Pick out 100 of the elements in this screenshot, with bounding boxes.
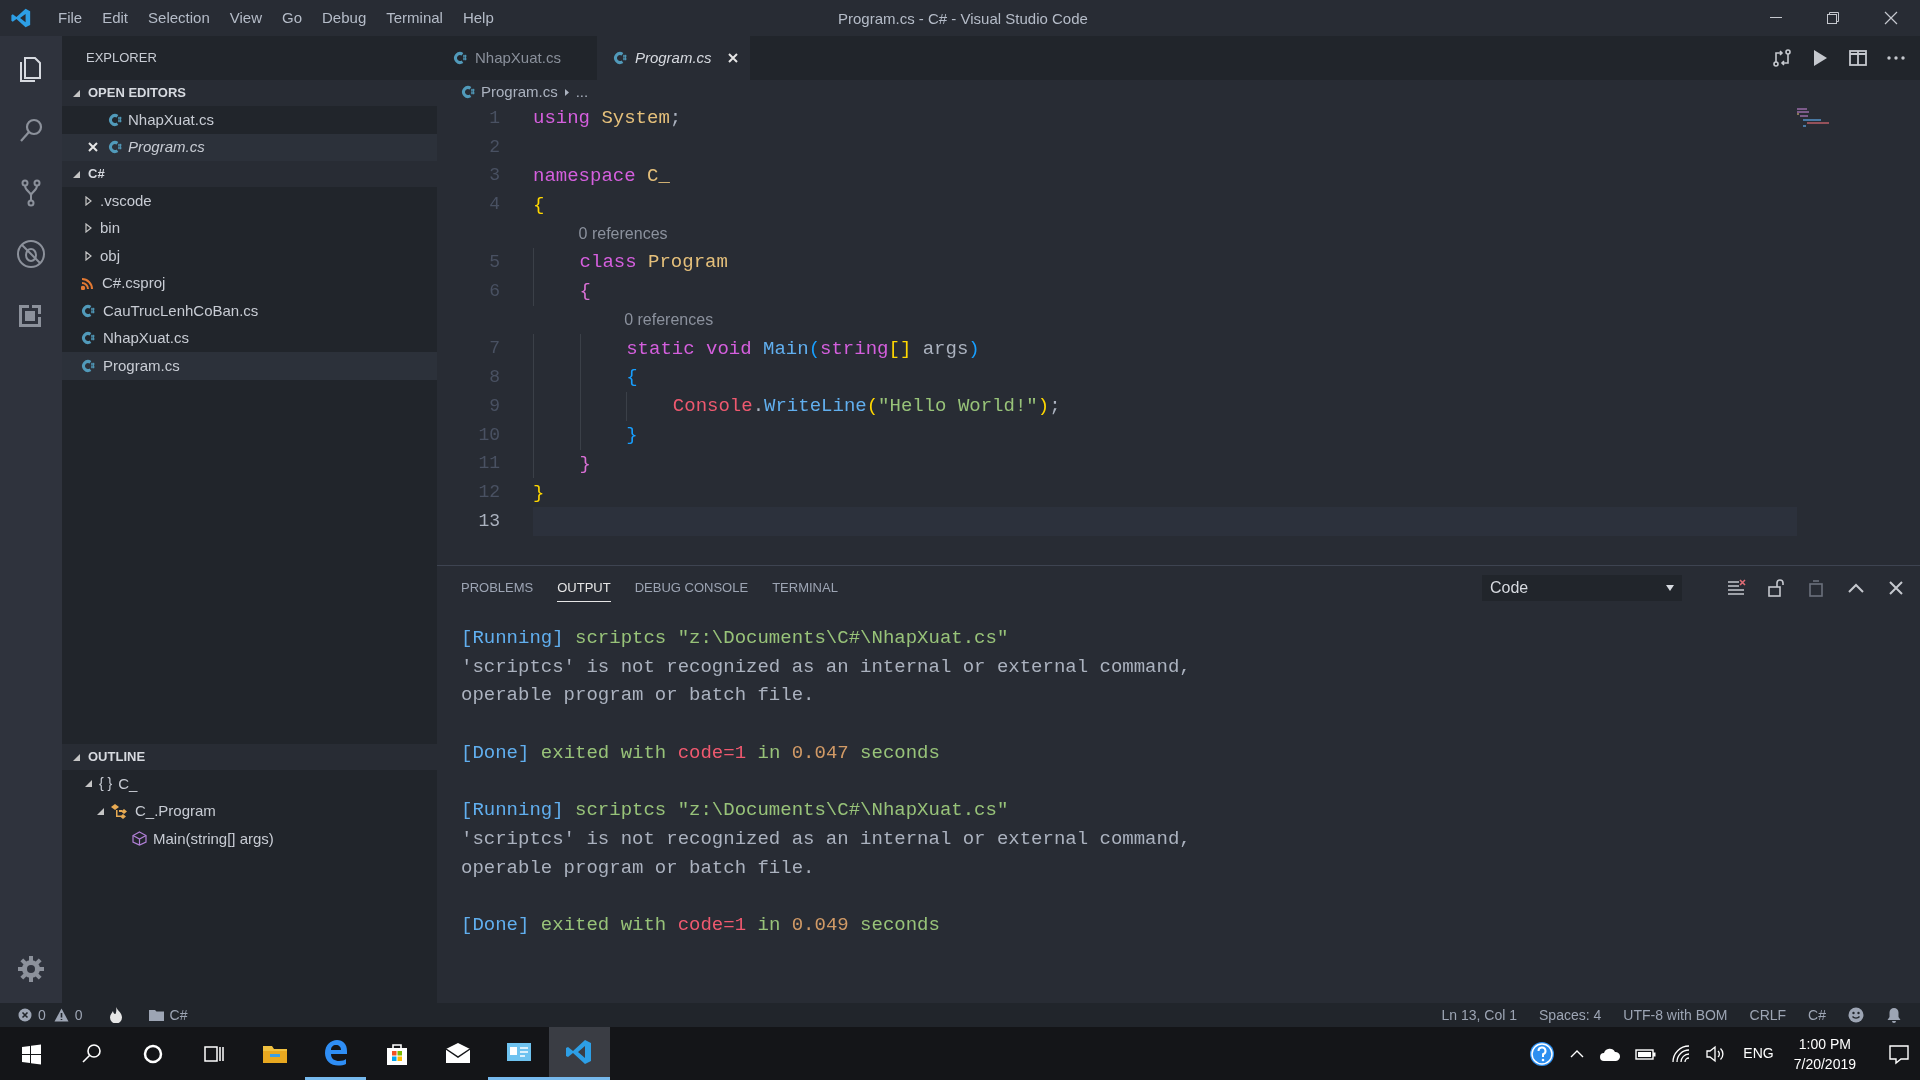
output-line: [Running] scriptcs "z:\Documents\C#\NhapXuat.cs": [461, 798, 1009, 824]
file-tree-item[interactable]: bin: [62, 214, 437, 242]
expand-caret-icon[interactable]: [85, 195, 92, 206]
status-item[interactable]: CRLF: [1749, 1004, 1787, 1026]
status-item[interactable]: Ln 13, Col 1: [1441, 1004, 1518, 1026]
csharp-file-icon: [453, 51, 467, 65]
output-channel-dropdown[interactable]: Code: [1482, 575, 1682, 601]
status-item[interactable]: UTF-8 with BOM: [1623, 1004, 1728, 1026]
outline-item[interactable]: Main(string[] args): [62, 825, 437, 853]
file-tree-item[interactable]: C#.csproj: [62, 269, 437, 297]
help-icon[interactable]: [1529, 1040, 1556, 1067]
panel-tab[interactable]: OUTPUT: [557, 574, 611, 602]
open-editor-item[interactable]: Program.cs: [62, 133, 437, 161]
notification-icon[interactable]: [1888, 1042, 1910, 1065]
split-editor-icon[interactable]: [1848, 48, 1868, 68]
code-line: }: [533, 420, 638, 450]
collapse-caret-icon[interactable]: [72, 752, 81, 762]
expand-caret-icon[interactable]: [85, 223, 92, 234]
output-line: 'scriptcs' is not recognized as an internal or external command,: [461, 826, 1191, 852]
file-tree-item[interactable]: NhapXuat.cs: [62, 324, 437, 352]
panel-tab[interactable]: PROBLEMS: [461, 574, 534, 602]
clock-time[interactable]: 1:00 PM: [1798, 1033, 1851, 1054]
clock-date[interactable]: 7/20/2019: [1793, 1053, 1856, 1074]
namespace-icon: { }: [99, 773, 113, 795]
menu-item[interactable]: Debug: [312, 6, 377, 30]
section-header[interactable]: OPEN EDITORS: [62, 80, 437, 106]
vscode-logo-icon: [10, 7, 32, 29]
code-line: {: [533, 363, 638, 392]
close-icon[interactable]: [88, 142, 98, 153]
language-indicator[interactable]: ENG: [1743, 1043, 1774, 1064]
open-editor-item[interactable]: NhapXuat.cs: [62, 106, 437, 134]
csharp-file-icon: [612, 51, 627, 65]
file-tree-item[interactable]: .vscode: [62, 187, 437, 215]
status-item[interactable]: C#: [1808, 1004, 1826, 1026]
wifi-icon[interactable]: [1671, 1044, 1692, 1063]
output-line: [Done] exited with code=1 in 0.047 seconds: [461, 740, 940, 766]
output-line: operable program or batch file.: [461, 855, 815, 881]
menu-item[interactable]: Edit: [92, 6, 139, 30]
section-header[interactable]: OUTLINE: [62, 744, 437, 770]
outline-item[interactable]: { } C_: [62, 770, 437, 798]
file-tree-item[interactable]: Program.cs: [62, 352, 437, 380]
collapse-caret-icon[interactable]: [84, 779, 93, 789]
code-line: static void Main(string[] args): [533, 334, 980, 364]
breadcrumb-item[interactable]: Program.cs: [481, 80, 558, 104]
codelens-link[interactable]: 0 references: [624, 307, 714, 332]
menu-item[interactable]: Terminal: [376, 6, 453, 30]
settings-icon[interactable]: [17, 955, 45, 983]
code-line: class Program: [533, 248, 728, 277]
collapse-caret-icon[interactable]: [96, 806, 105, 816]
flame-icon[interactable]: [108, 1007, 123, 1023]
code-line: {: [533, 192, 545, 218]
code-line: namespace C_: [533, 163, 670, 189]
class-icon: [111, 803, 129, 820]
folder-icon: [148, 1009, 164, 1021]
menu-item[interactable]: View: [219, 6, 272, 30]
file-tree-item[interactable]: obj: [62, 242, 437, 270]
compare-changes-icon[interactable]: [1772, 48, 1792, 68]
breadcrumb-item[interactable]: ...: [575, 80, 589, 104]
window-title: Program.cs - C# - Visual Studio Code: [838, 9, 1088, 29]
unlock-icon[interactable]: [1766, 578, 1786, 598]
collapse-caret-icon[interactable]: [72, 88, 81, 98]
output-line: [Done] exited with code=1 in 0.049 seconds: [461, 912, 940, 938]
volume-icon[interactable]: [1705, 1044, 1726, 1063]
warning-count[interactable]: 0: [74, 1004, 83, 1026]
smiley-icon[interactable]: [1848, 1007, 1864, 1023]
file-tree-item[interactable]: CauTrucLenhCoBan.cs: [62, 297, 437, 325]
csharp-file-icon: [81, 303, 95, 318]
output-line: [Running] scriptcs "z:\Documents\C#\NhapXuat.cs": [461, 626, 1009, 652]
expand-caret-icon[interactable]: [85, 250, 92, 261]
code-line: }: [533, 480, 545, 506]
code-line: {: [533, 276, 591, 306]
code-line: using System;: [533, 106, 682, 132]
code-line: Console.WriteLine("Hello World!");: [533, 391, 1061, 421]
clear-output-icon[interactable]: [1726, 578, 1746, 598]
folder-name[interactable]: C#: [169, 1004, 188, 1026]
bell-icon[interactable]: [1886, 1007, 1902, 1023]
csharp-file-icon: [461, 85, 475, 99]
editor-tab[interactable]: Program.cs: [596, 36, 750, 80]
line-number: 13: [478, 511, 500, 532]
editor-tab[interactable]: NhapXuat.cs: [437, 36, 597, 80]
menu-item[interactable]: File: [48, 6, 93, 30]
codelens-link[interactable]: 0 references: [578, 221, 668, 246]
outline-item[interactable]: C_.Program: [62, 797, 437, 825]
section-header[interactable]: C#: [62, 161, 437, 187]
collapse-caret-icon[interactable]: [72, 169, 81, 179]
menu-item[interactable]: Selection: [138, 6, 220, 30]
close-icon[interactable]: [727, 53, 738, 63]
chevron-right-icon: [563, 87, 570, 97]
warning-icon: [53, 1008, 69, 1022]
error-count[interactable]: 0: [38, 1004, 46, 1026]
csharp-file-icon: [81, 331, 95, 346]
explorer-title: EXPLORER: [86, 49, 157, 68]
menu-item[interactable]: Help: [452, 6, 504, 30]
rss-icon: [81, 276, 94, 290]
menu-item[interactable]: Go: [272, 6, 312, 30]
csharp-file-icon: [108, 140, 122, 155]
panel-tab[interactable]: DEBUG CONSOLE: [634, 574, 749, 602]
no-bug-icon[interactable]: [15, 238, 47, 270]
panel-tab[interactable]: TERMINAL: [772, 574, 838, 602]
status-item[interactable]: Spaces: 4: [1539, 1004, 1602, 1026]
